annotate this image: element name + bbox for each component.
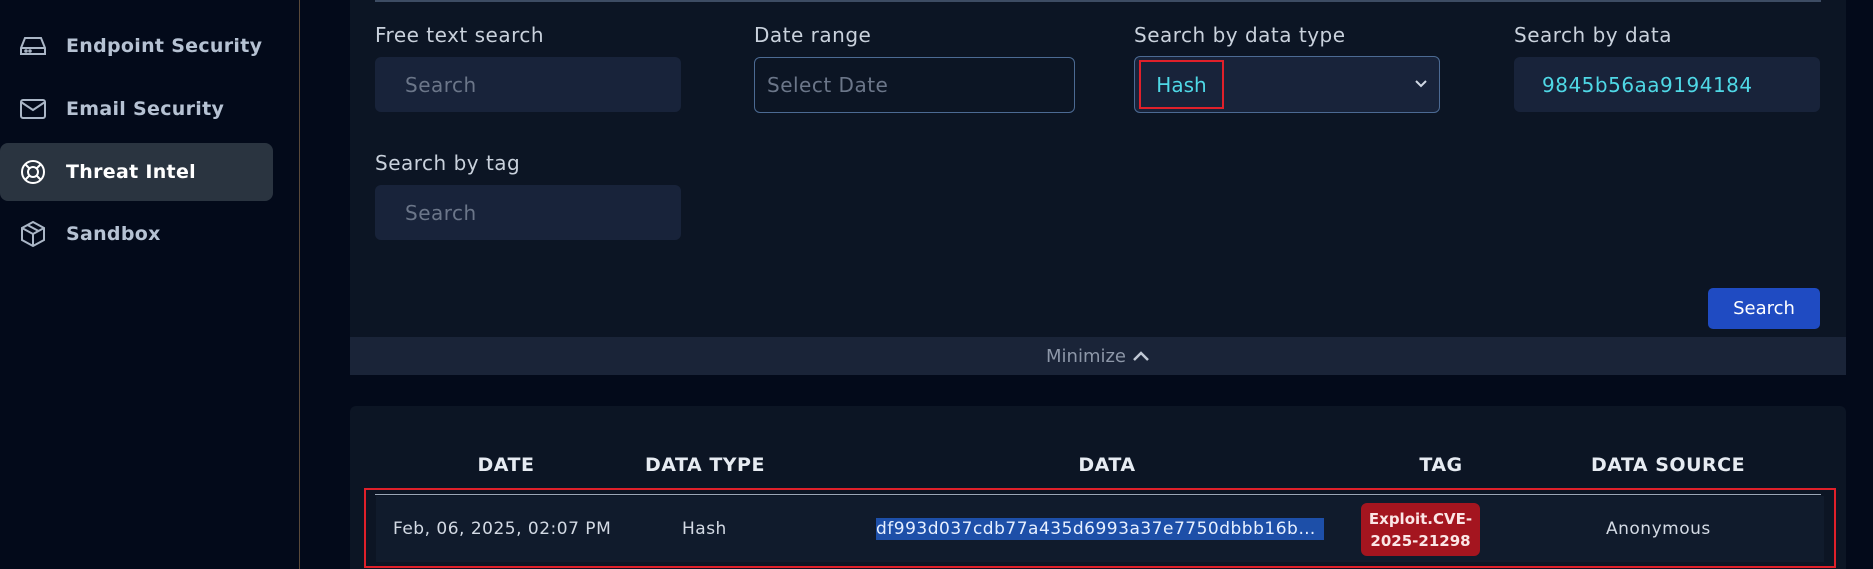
minimize-label: Minimize (1046, 345, 1126, 367)
cell-data-source: Anonymous (1606, 519, 1711, 539)
sidebar-item-label: Sandbox (66, 223, 161, 245)
sidebar-item-email-security[interactable]: Email Security (0, 80, 273, 138)
data-type-select[interactable]: Hash (1134, 56, 1440, 113)
search-by-tag-input[interactable]: Search (375, 185, 681, 240)
lifebuoy-icon (18, 157, 48, 187)
tag-badge[interactable]: Exploit.CVE-2025-21298 (1361, 503, 1480, 556)
free-text-search-label: Free text search (375, 23, 545, 47)
sidebar-item-label: Endpoint Security (66, 35, 263, 57)
chevron-up-icon (1133, 351, 1149, 361)
cube-icon (18, 219, 48, 249)
search-by-tag-label: Search by tag (375, 151, 521, 175)
cell-data-type: Hash (682, 519, 727, 539)
minimize-toggle[interactable]: Minimize (350, 337, 1846, 375)
search-by-data-label: Search by data (1514, 23, 1673, 47)
table-row[interactable]: Feb, 06, 2025, 02:07 PM Hash df993d037cd… (364, 488, 1836, 568)
data-type-label: Search by data type (1134, 23, 1346, 47)
results-table: DATE DATA TYPE DATA TAG DATA SOURCE Feb,… (350, 406, 1846, 569)
data-type-selected-value: Hash (1139, 60, 1224, 109)
column-header-data[interactable]: DATA (1078, 454, 1135, 476)
sidebar-item-label: Email Security (66, 98, 225, 120)
cell-data-hash[interactable]: df993d037cdb77a435d6993a37e7750dbbb16b2d… (876, 518, 1324, 540)
sidebar-item-label: Threat Intel (66, 161, 196, 183)
divider (375, 0, 1821, 2)
sidebar-item-endpoint-security[interactable]: Endpoint Security (0, 17, 273, 75)
hard-drive-icon (18, 31, 48, 61)
cell-date: Feb, 06, 2025, 02:07 PM (393, 519, 612, 539)
sidebar-item-sandbox[interactable]: Sandbox (0, 205, 273, 263)
date-range-label: Date range (754, 23, 872, 47)
search-button[interactable]: Search (1708, 288, 1820, 329)
free-text-search-input[interactable]: Search (375, 57, 681, 112)
chevron-down-icon (1415, 77, 1427, 93)
mail-icon (18, 94, 48, 124)
date-range-input[interactable]: Select Date (754, 57, 1075, 113)
column-header-data-source[interactable]: DATA SOURCE (1591, 454, 1745, 476)
column-header-data-type[interactable]: DATA TYPE (645, 454, 765, 476)
filter-panel: Free text search Search Date range Selec… (350, 0, 1846, 338)
sidebar-item-threat-intel[interactable]: Threat Intel (0, 143, 273, 201)
table-row-content: Feb, 06, 2025, 02:07 PM Hash df993d037cd… (376, 496, 1824, 562)
column-header-tag[interactable]: TAG (1419, 454, 1462, 476)
sidebar: Endpoint Security Email Security Threat … (0, 0, 300, 569)
column-header-date[interactable]: DATE (478, 454, 535, 476)
search-by-data-input[interactable]: 9845b56aa9194184 (1514, 57, 1820, 112)
